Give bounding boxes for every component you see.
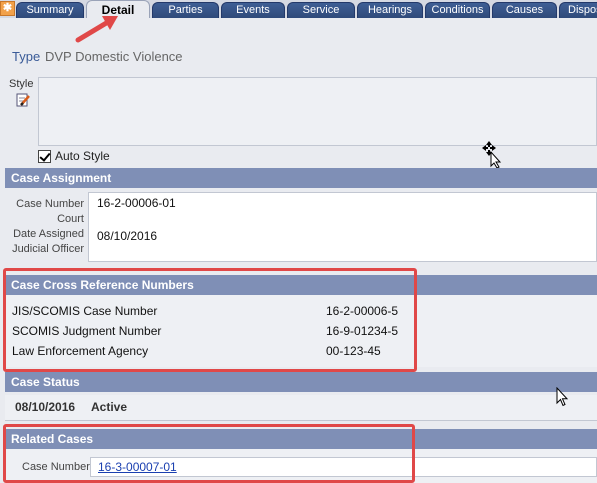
auto-style-label: Auto Style [55, 149, 110, 163]
pointer-cursor-icon [556, 387, 569, 407]
case-assignment-labels: Case Number Court Date Assigned Judicial… [6, 197, 84, 257]
tab-events[interactable]: Events [221, 2, 285, 18]
tab-bar: ✱ Summary Detail Parties Events Service … [0, 0, 597, 18]
tab-causes[interactable]: Causes [492, 2, 557, 18]
tab-hearings[interactable]: Hearings [357, 2, 423, 18]
tab-conditions[interactable]: Conditions [425, 2, 490, 18]
checkbox-checked-icon[interactable] [38, 149, 51, 163]
scomis-judgment-value: 16-9-01234-5 [326, 324, 399, 338]
related-case-link[interactable]: 16-3-00007-01 [98, 460, 177, 474]
law-enforcement-label: Law Enforcement Agency [12, 344, 149, 358]
law-enforcement-value: 00-123-45 [326, 344, 381, 358]
auto-style-checkbox[interactable]: Auto Style [38, 149, 110, 163]
case-assignment-header: Case Assignment [5, 168, 597, 188]
cross-reference-header: Case Cross Reference Numbers [5, 275, 597, 295]
status-date: 08/10/2016 [15, 400, 76, 414]
court-label: Court [57, 213, 84, 225]
case-number-value: 16-2-00006-01 [97, 196, 176, 210]
tab-detail[interactable]: Detail [86, 0, 150, 18]
edit-pencil-icon[interactable] [16, 93, 30, 107]
case-status-header: Case Status [5, 372, 597, 392]
tab-dispos[interactable]: Dispos [559, 2, 597, 18]
date-assigned-label: Date Assigned [13, 228, 84, 240]
style-textarea[interactable] [38, 77, 597, 146]
jis-scomis-label: JIS/SCOMIS Case Number [12, 304, 158, 318]
tab-summary[interactable]: Summary [16, 2, 84, 18]
case-number-label: Case Number [16, 198, 84, 210]
menu-icon[interactable]: ✱ [0, 1, 15, 16]
tab-parties[interactable]: Parties [152, 2, 219, 18]
related-cases-header: Related Cases [5, 429, 597, 449]
tab-service[interactable]: Service [287, 2, 355, 18]
scomis-judgment-label: SCOMIS Judgment Number [12, 324, 162, 338]
jis-scomis-value: 16-2-00006-5 [326, 304, 399, 318]
date-assigned-value: 08/10/2016 [97, 229, 158, 243]
style-label: Style [9, 78, 34, 90]
type-value: DVP Domestic Violence [45, 49, 183, 64]
type-label: Type [12, 49, 41, 64]
move-cursor-icon [482, 141, 502, 168]
judicial-officer-label: Judicial Officer [12, 243, 84, 255]
related-case-number-label: Case Number [22, 461, 90, 473]
status-value: Active [91, 400, 128, 414]
